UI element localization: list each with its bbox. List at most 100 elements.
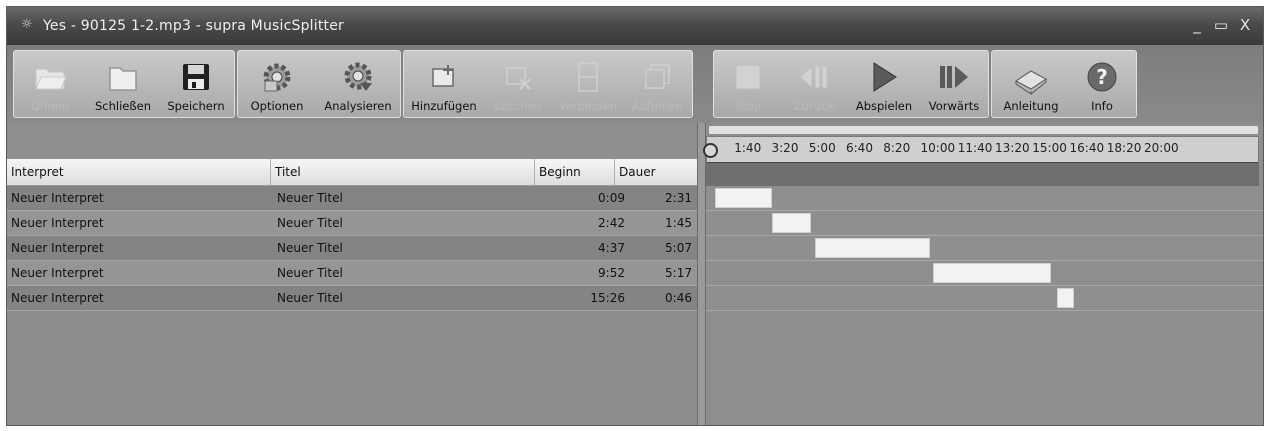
cell-interpret: Neuer Interpret [11, 216, 104, 230]
cell-interpret: Neuer Interpret [11, 291, 104, 305]
info-button[interactable]: ? Info [1070, 51, 1134, 117]
analyze-button[interactable]: Analysieren [318, 51, 398, 117]
cell-interpret: Neuer Interpret [11, 191, 104, 205]
column-header-interpret[interactable]: Interpret [7, 159, 271, 185]
add-segment-icon [432, 65, 454, 87]
cell-dauer: 5:07 [665, 241, 692, 255]
cell-beginn: 0:09 [598, 191, 625, 205]
close-file-button[interactable]: Schließen [88, 51, 158, 117]
playhead-marker[interactable] [703, 143, 718, 158]
ruler-tick-label: 20:00 [1144, 141, 1179, 155]
table-row[interactable]: Neuer Interpret Neuer Titel 9:52 5:17 [7, 261, 697, 286]
folder-icon [109, 67, 137, 91]
cell-beginn: 15:26 [590, 291, 625, 305]
track-table-header: Interpret Titel Beginn Dauer [7, 159, 697, 186]
app-window: ☼ Yes - 90125 1-2.mp3 - supra MusicSplit… [6, 6, 1264, 426]
edit-group: Hinzufügen Löschen Verbinden Aufteilen [403, 50, 693, 118]
stop-icon [735, 64, 761, 90]
cell-dauer: 2:31 [665, 191, 692, 205]
ruler-tick-label: 15:00 [1032, 141, 1067, 155]
ruler-tick-label: 5:00 [808, 141, 836, 155]
track-segment[interactable] [715, 188, 772, 208]
track-segment[interactable] [932, 263, 1051, 283]
minimize-button[interactable]: _ [1187, 15, 1207, 35]
panel-header-spacer [7, 123, 697, 159]
column-header-beginn[interactable]: Beginn [535, 159, 615, 185]
table-row[interactable]: Neuer Interpret Neuer Titel 15:26 0:46 [7, 286, 697, 311]
cell-dauer: 0:46 [665, 291, 692, 305]
rewind-icon [799, 64, 828, 90]
add-button[interactable]: Hinzufügen [406, 51, 482, 117]
play-icon [873, 62, 897, 92]
merge-button[interactable]: Verbinden [554, 51, 622, 117]
back-button[interactable]: Zurück [782, 51, 846, 117]
panel-splitter[interactable] [697, 123, 706, 425]
column-header-titel[interactable]: Titel [271, 159, 535, 185]
gear-icon [263, 63, 291, 92]
app-icon: ☼ [21, 17, 33, 32]
cell-titel: Neuer Titel [277, 291, 343, 305]
merge-icon [578, 62, 598, 92]
close-button[interactable]: X [1235, 15, 1255, 35]
play-button[interactable]: Abspielen [848, 51, 920, 117]
table-row[interactable]: Neuer Interpret Neuer Titel 2:42 1:45 [7, 211, 697, 236]
track-segment[interactable] [815, 238, 930, 258]
playback-group: Stop Zurück Abspielen Vorwärts [713, 50, 989, 118]
title-bar: ☼ Yes - 90125 1-2.mp3 - supra MusicSplit… [7, 7, 1263, 45]
track-table-body: Neuer Interpret Neuer Titel 0:09 2:31 Ne… [7, 186, 697, 311]
timeline-scrollbar[interactable] [708, 125, 1259, 135]
cell-beginn: 4:37 [598, 241, 625, 255]
help-icon: ? [1087, 62, 1117, 92]
book-icon [1015, 70, 1047, 95]
timeline-row [706, 211, 1263, 236]
stop-button[interactable]: Stop [716, 51, 780, 117]
timeline-row [706, 236, 1263, 261]
cell-beginn: 2:42 [598, 216, 625, 230]
cell-interpret: Neuer Interpret [11, 266, 104, 280]
cell-dauer: 1:45 [665, 216, 692, 230]
track-segment[interactable] [1056, 288, 1075, 308]
timeline-panel: 1:40 3:20 5:00 6:40 8:20 10:00 11:40 13:20 15:00… [703, 123, 1263, 425]
folder-open-icon [35, 68, 67, 90]
open-button[interactable]: Öffnen [14, 51, 86, 117]
save-button[interactable]: Speichern [160, 51, 232, 117]
svg-text:?: ? [1096, 65, 1108, 89]
timeline-row [706, 261, 1263, 286]
table-row[interactable]: Neuer Interpret Neuer Titel 4:37 5:07 [7, 236, 697, 261]
gear-analyze-icon [344, 62, 372, 91]
column-header-dauer[interactable]: Dauer [615, 159, 697, 185]
timeline-row [706, 286, 1263, 311]
manual-button[interactable]: Anleitung [994, 51, 1068, 117]
track-segment[interactable] [772, 213, 812, 233]
forward-button[interactable]: Vorwärts [920, 51, 988, 117]
cell-titel: Neuer Titel [277, 216, 343, 230]
floppy-disk-icon [183, 64, 209, 90]
cell-dauer: 5:17 [665, 266, 692, 280]
toolbar: Öffnen Schließen Speichern Optionen Anal… [7, 45, 1263, 123]
help-group: Anleitung ? Info [991, 50, 1137, 118]
split-icon [645, 64, 670, 89]
table-row[interactable]: Neuer Interpret Neuer Titel 0:09 2:31 [7, 186, 697, 211]
maximize-button[interactable]: ▭ [1211, 15, 1231, 35]
cell-interpret: Neuer Interpret [11, 241, 104, 255]
ruler-tick-label: 18:20 [1106, 141, 1142, 155]
split-button[interactable]: Aufteilen [624, 51, 690, 117]
delete-segment-icon [506, 67, 531, 90]
delete-button[interactable]: Löschen [484, 51, 552, 117]
ruler-tick-label: 11:40 [957, 141, 993, 155]
ruler-tick-label: 13:20 [995, 141, 1030, 155]
timeline-row [706, 186, 1263, 211]
window-title: Yes - 90125 1-2.mp3 - supra MusicSplitte… [43, 18, 345, 34]
forward-icon [940, 66, 968, 88]
cell-titel: Neuer Titel [277, 241, 343, 255]
file-group: Öffnen Schließen Speichern [13, 50, 235, 118]
options-button[interactable]: Optionen [240, 51, 314, 117]
cell-titel: Neuer Titel [277, 266, 343, 280]
ruler-tick-label: 1:40 [734, 141, 762, 155]
ruler-tick-label: 3:20 [771, 141, 799, 155]
cell-titel: Neuer Titel [277, 191, 343, 205]
ruler-tick-label: 6:40 [846, 141, 873, 155]
ruler-shadow-band [706, 163, 1259, 187]
table-empty-area [7, 311, 697, 425]
analysis-group: Optionen Analysieren [237, 50, 401, 118]
